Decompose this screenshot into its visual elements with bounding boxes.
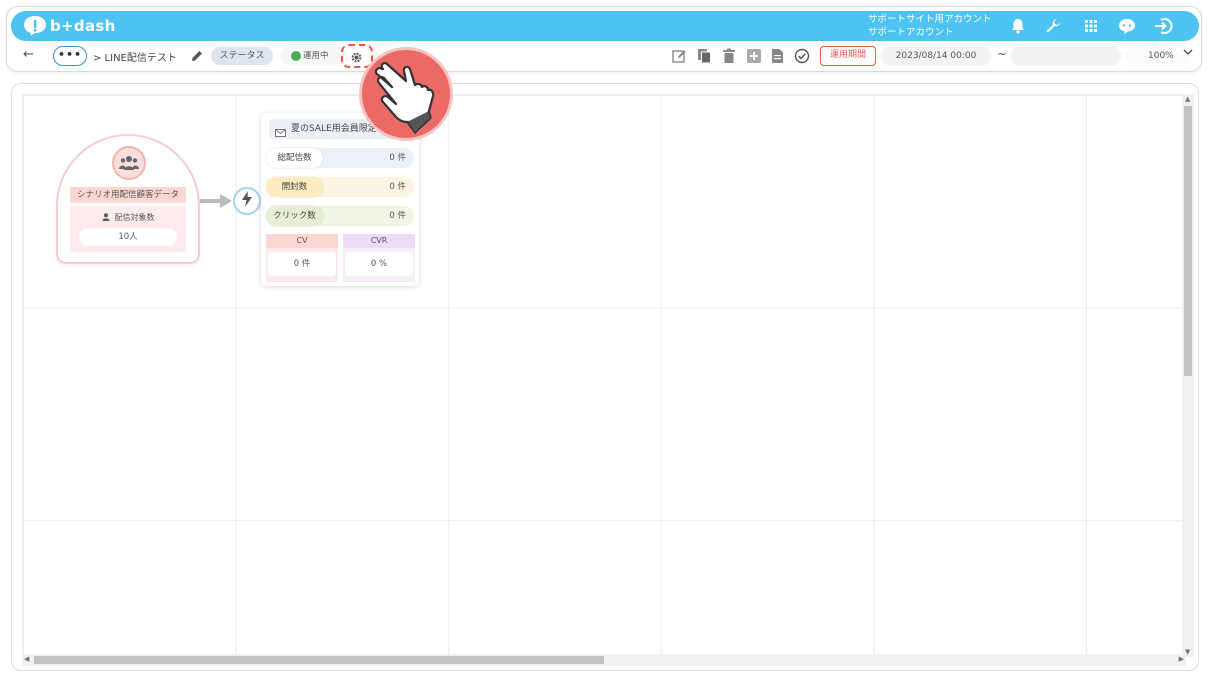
more-menu-button[interactable]: ••• [53, 46, 87, 66]
breadcrumb: > LINE配信テスト [93, 53, 177, 64]
logout-icon[interactable] [1153, 17, 1173, 35]
edit-note-icon[interactable] [671, 48, 687, 68]
logo-text: b+dash [50, 17, 116, 35]
scroll-right-icon[interactable]: ▶ [1179, 655, 1184, 663]
tutorial-pointer [359, 47, 453, 141]
scroll-up-icon[interactable]: ▲ [1185, 95, 1190, 103]
canvas-grid [22, 94, 1186, 657]
app-header: b+dash サポートサイト用アカウント サポートアカウント [11, 11, 1199, 41]
segment-count-label-text: 配信対象数 [114, 213, 155, 222]
metric-total-sent-value: 0 件 [389, 153, 406, 163]
status-label: ステータス [211, 47, 273, 65]
cvr-box: CVR 0 % [343, 234, 415, 282]
cv-value: 0 件 [268, 252, 336, 276]
pointing-hand-icon [374, 61, 435, 135]
logo-bubble-icon [23, 15, 47, 37]
envelope-icon [275, 125, 286, 139]
status-running-text: 運用中 [303, 51, 329, 61]
users-group-icon [112, 146, 146, 180]
segment-count-value: 10人 [79, 228, 177, 246]
cv-label: CV [266, 234, 338, 248]
vertical-scroll-thumb[interactable] [1184, 106, 1192, 376]
trigger-node[interactable] [233, 187, 261, 215]
chat-support-icon[interactable] [1117, 17, 1137, 35]
back-button[interactable]: ← [23, 47, 34, 62]
metric-clicks-label: クリック数 [266, 206, 323, 226]
chevron-down-icon[interactable] [1183, 48, 1193, 59]
horizontal-scroll-thumb[interactable] [34, 656, 604, 664]
cvr-label: CVR [343, 234, 415, 248]
metric-opens: 開封数 0 件 [266, 177, 414, 197]
horizontal-scrollbar[interactable]: ◀ ▶ [22, 654, 1186, 666]
start-date-field[interactable]: 2023/08/14 00:00 [881, 46, 991, 66]
scroll-left-icon[interactable]: ◀ [24, 655, 29, 663]
bell-icon[interactable] [1009, 17, 1027, 35]
check-circle-icon[interactable] [794, 48, 810, 68]
plus-box-icon[interactable] [746, 48, 762, 68]
cv-box: CV 0 件 [266, 234, 338, 282]
scenario-toolbar: ← ••• > LINE配信テスト ステータス 運用中 運用期間 2023/08… [11, 44, 1199, 70]
trash-icon[interactable] [722, 48, 736, 68]
metric-total-sent: 総配信数 0 件 [266, 148, 414, 168]
account-name[interactable]: サポートサイト用アカウント サポートアカウント [868, 13, 992, 39]
account-line-2: サポートアカウント [868, 27, 954, 38]
play-icon [291, 51, 301, 61]
document-icon[interactable] [771, 48, 784, 68]
operation-period-button[interactable]: 運用期間 [820, 46, 876, 66]
cvr-value: 0 % [345, 252, 413, 276]
lightning-icon [241, 191, 253, 211]
segment-count-label: 配信対象数 [70, 212, 186, 223]
copy-icon[interactable] [697, 48, 712, 68]
metric-total-sent-label: 総配信数 [266, 148, 323, 168]
segment-count-box: 配信対象数 10人 [70, 206, 186, 252]
end-date-field[interactable] [1011, 46, 1121, 66]
pencil-icon[interactable] [190, 48, 204, 67]
connector-arrow-icon [200, 194, 232, 208]
vertical-scrollbar[interactable]: ▲ ▼ [1182, 94, 1194, 657]
apps-grid-icon[interactable] [1082, 17, 1100, 35]
metric-opens-label: 開封数 [266, 177, 323, 197]
account-line-1: サポートサイト用アカウント [868, 14, 992, 25]
app-logo[interactable]: b+dash [23, 15, 116, 37]
wrench-icon[interactable] [1044, 17, 1062, 35]
metric-clicks: クリック数 0 件 [266, 206, 414, 226]
metric-opens-value: 0 件 [389, 182, 406, 192]
person-icon [102, 213, 110, 223]
date-range-separator: ~ [997, 47, 1008, 61]
metric-clicks-value: 0 件 [389, 211, 406, 221]
status-running-badge[interactable]: 運用中 [281, 47, 347, 65]
segment-name: シナリオ用配信顧客データ [70, 187, 186, 203]
